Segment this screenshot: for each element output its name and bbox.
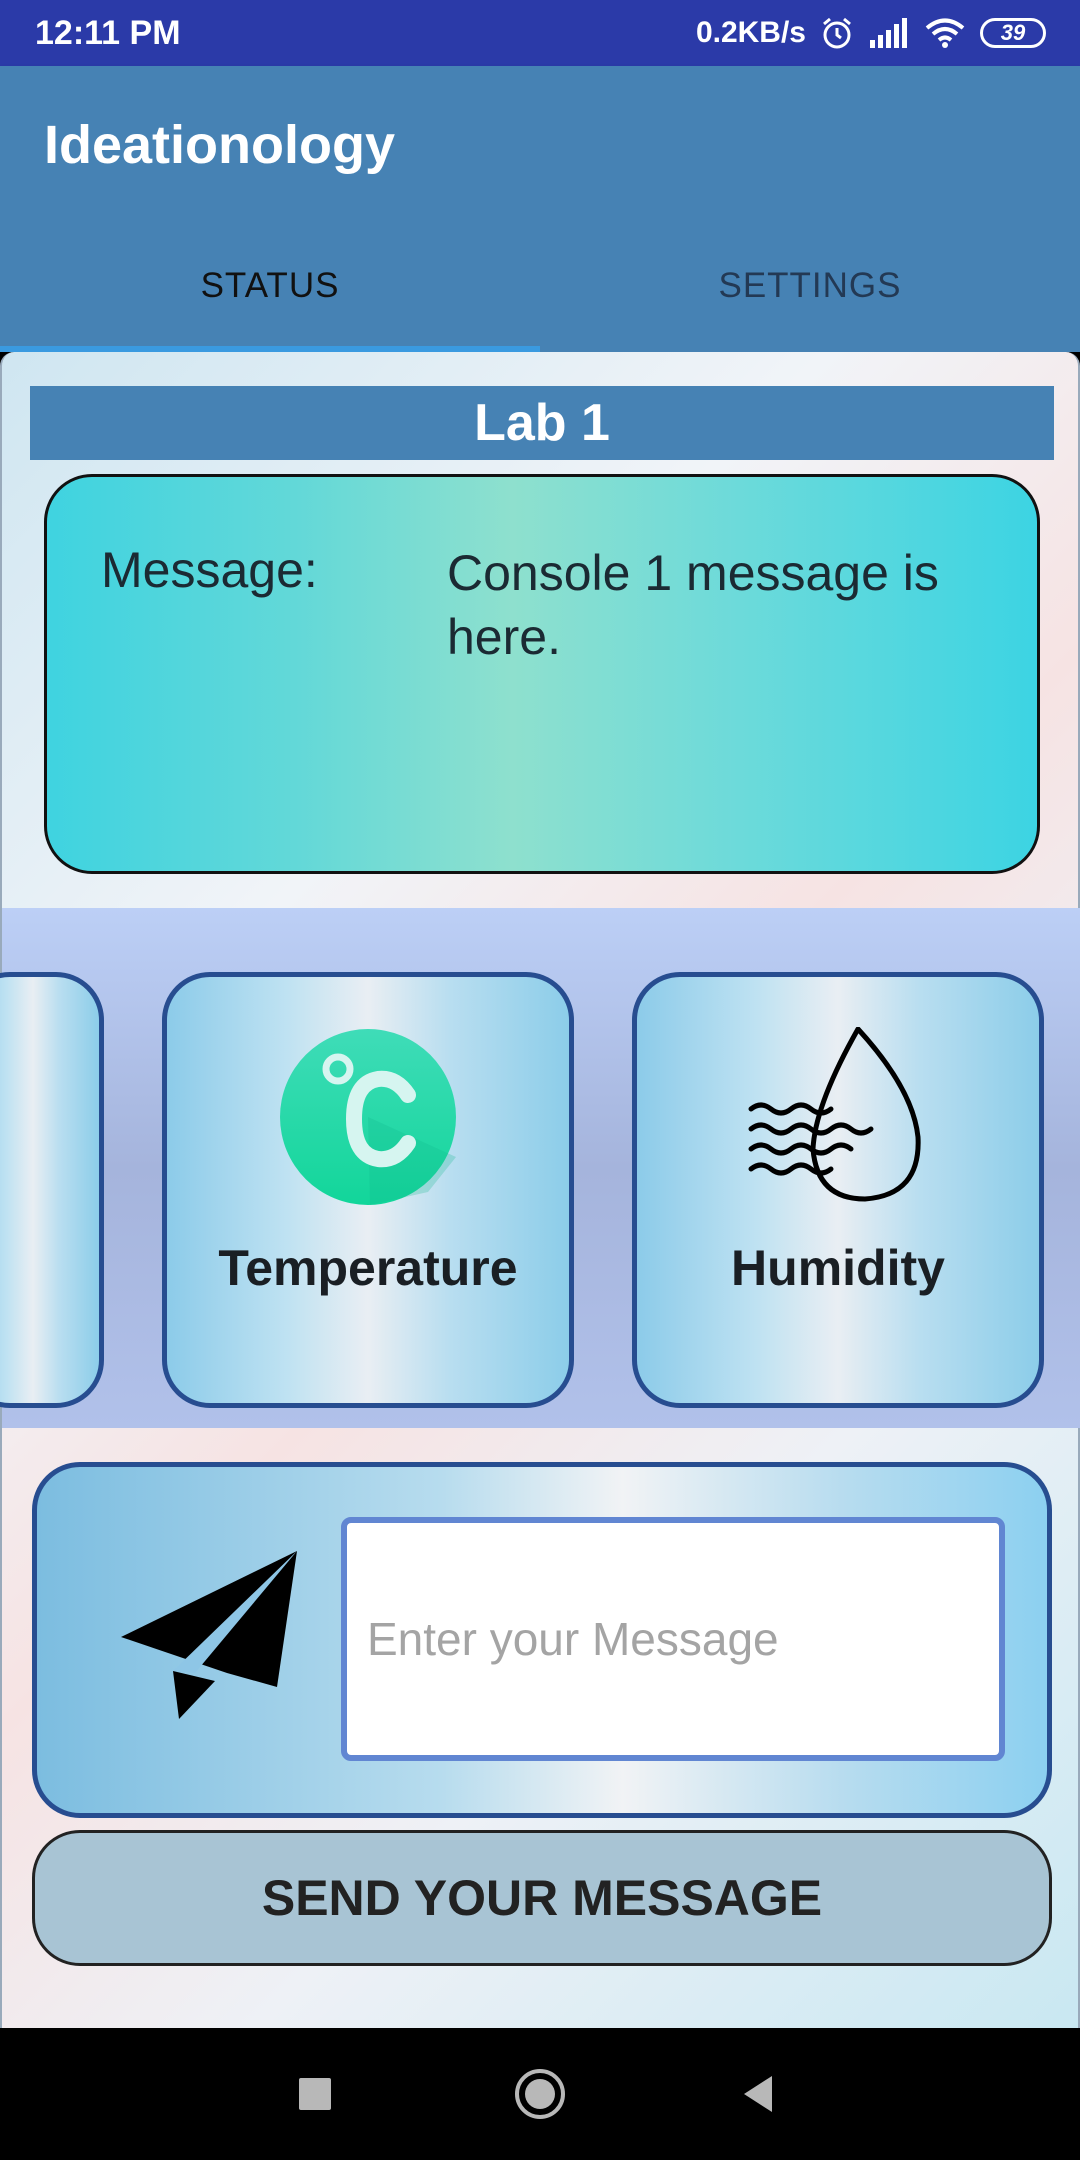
network-speed: 0.2KB/s — [695, 16, 806, 49]
alarm-icon — [823, 17, 851, 49]
back-triangle-icon[interactable] — [738, 2064, 778, 2124]
sensor-card-temperature[interactable]: Temperature — [162, 972, 574, 1408]
status-icons: 0.2KB/s 39 — [696, 12, 1046, 54]
tab-status[interactable]: STATUS — [0, 220, 540, 352]
signal-icon — [870, 18, 907, 48]
app-title: Ideationology — [44, 115, 395, 175]
sensor-carousel[interactable]: Temperature Humidity — [0, 908, 1080, 1428]
battery-icon: 39 — [980, 18, 1046, 48]
humidity-drop-icon — [748, 1027, 921, 1202]
wifi-icon — [925, 18, 965, 48]
compose-card — [32, 1462, 1052, 1818]
sensor-card-partial[interactable] — [0, 972, 104, 1408]
message-input[interactable] — [341, 1517, 1005, 1761]
console-message-card: Message: Console 1 message is here. — [44, 474, 1040, 874]
status-bar: 12:11 PM 0.2KB/s 39 — [0, 0, 1080, 66]
app-bar: Ideationology — [0, 66, 1080, 220]
humidity-label: Humidity — [731, 1240, 945, 1296]
recents-square-icon[interactable] — [296, 2064, 336, 2124]
status-content: Lab 1 Message: Console 1 message is here… — [0, 352, 1080, 2028]
status-time: 12:11 PM — [35, 14, 181, 52]
celsius-icon — [280, 1029, 456, 1205]
paper-plane-icon — [121, 1551, 297, 1719]
message-label: Message: — [101, 542, 318, 598]
message-text: Console 1 message is here. — [447, 545, 939, 665]
navigation-bar — [0, 2028, 1080, 2160]
tab-settings[interactable]: SETTINGS — [540, 220, 1080, 352]
home-circle-icon[interactable] — [512, 2064, 568, 2124]
lab-title: Lab 1 — [30, 386, 1054, 460]
sensor-card-humidity[interactable]: Humidity — [632, 972, 1044, 1408]
send-message-button[interactable]: SEND YOUR MESSAGE — [32, 1830, 1052, 1966]
tab-bar: STATUS SETTINGS — [0, 220, 1080, 352]
temperature-label: Temperature — [218, 1240, 518, 1296]
